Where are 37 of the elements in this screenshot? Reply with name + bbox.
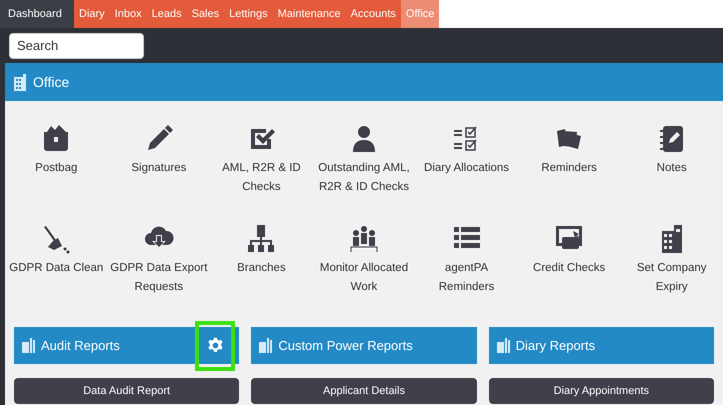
nav-tab[interactable]: Accounts xyxy=(346,0,401,28)
section-title: Custom Power Reports xyxy=(278,336,414,355)
tile-link[interactable]: Credit Checks xyxy=(531,259,608,278)
tile-link[interactable]: AML, R2R & ID Checks xyxy=(210,159,313,197)
tile-link[interactable]: Set Company Expiry xyxy=(620,259,723,297)
tile-link[interactable]: Postbag xyxy=(33,159,80,178)
report-button[interactable]: Diary Appointments xyxy=(488,378,714,404)
report-icon xyxy=(22,338,35,353)
section-title: Audit Reports xyxy=(41,336,121,355)
report-icon xyxy=(496,338,510,353)
report-button[interactable]: Applicant Details xyxy=(251,378,477,404)
report-icon xyxy=(259,338,272,353)
tile-link[interactable]: Signatures xyxy=(129,159,188,178)
tile-link[interactable]: Monitor Allocated Work xyxy=(312,259,416,297)
nav-tab[interactable]: Lettings xyxy=(224,0,273,28)
building-icon xyxy=(13,74,27,90)
tile-link[interactable]: Outstanding AML, R2R & ID Checks xyxy=(312,159,416,197)
nav-tab[interactable]: Inbox xyxy=(110,0,147,28)
nav-tab[interactable]: Maintenance xyxy=(272,0,346,28)
nav-tab[interactable]: Diary xyxy=(74,0,110,28)
nav-tab[interactable]: Sales xyxy=(186,0,224,28)
tile-link[interactable]: Notes xyxy=(654,159,689,178)
tile-link[interactable]: Reminders xyxy=(539,159,599,178)
tile-link[interactable]: Diary Allocations xyxy=(422,159,512,178)
panel-title: Office xyxy=(33,72,70,92)
tile-link[interactable]: Branches xyxy=(235,259,288,278)
section-title: Diary Reports xyxy=(516,336,596,355)
nav-tab[interactable]: Leads xyxy=(146,0,187,28)
people-podium-icon[interactable] xyxy=(348,223,380,255)
nav-tab[interactable]: Dashboard xyxy=(0,0,74,28)
tile-link[interactable]: GDPR Data Clean xyxy=(7,259,106,278)
tile-link[interactable]: GDPR Data Export Requests xyxy=(108,259,210,297)
search-input[interactable]: Search xyxy=(17,36,136,56)
settings-icon[interactable] xyxy=(195,320,236,370)
search-field[interactable]: Search xyxy=(9,32,144,58)
report-button[interactable]: Data Audit Report xyxy=(14,378,240,404)
tile-link[interactable]: agentPA Reminders xyxy=(415,259,518,297)
